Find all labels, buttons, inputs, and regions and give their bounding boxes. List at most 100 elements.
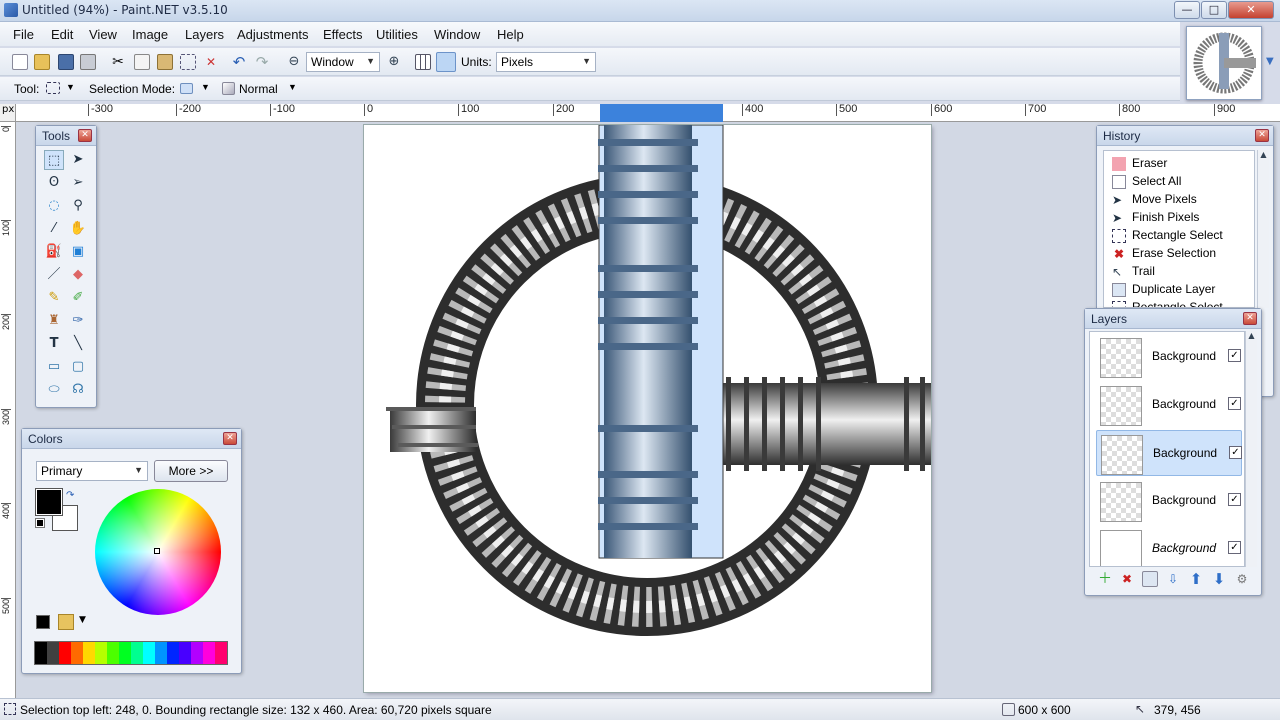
image-canvas[interactable] [364, 124, 931, 692]
menu-file[interactable]: File [13, 27, 34, 42]
recolor-tool-icon[interactable]: ✑ [68, 311, 88, 331]
rounded-rectangle-tool-icon[interactable]: ▢ [68, 357, 88, 377]
color-mode-select[interactable]: Primary ▼ [36, 461, 148, 481]
move-selected-tool-icon[interactable]: ➤ [68, 150, 88, 170]
history-item[interactable]: ↖ Trail [1112, 262, 1155, 280]
palette-primary-icon[interactable] [36, 615, 50, 629]
paste-icon[interactable] [157, 54, 173, 70]
layer-visibility-checkbox[interactable]: ✓ [1228, 349, 1241, 362]
cut-icon[interactable]: ✂ [110, 54, 126, 70]
layer-visibility-checkbox[interactable]: ✓ [1228, 493, 1241, 506]
ellipse-select-tool-icon[interactable]: ◌ [44, 196, 64, 216]
reset-colors-icon[interactable] [35, 518, 45, 528]
pencil-tool-icon[interactable]: ✎ [44, 288, 64, 308]
palette-swatch[interactable] [107, 642, 119, 664]
menu-window[interactable]: Window [434, 27, 480, 42]
menu-help[interactable]: Help [497, 27, 524, 42]
layer-row[interactable]: Background ✓ [1096, 478, 1242, 524]
color-palette[interactable] [34, 641, 228, 665]
zoom-tool-icon[interactable]: ⚲ [68, 196, 88, 216]
palette-swatch[interactable] [59, 642, 71, 664]
palette-swatch[interactable] [47, 642, 59, 664]
swap-colors-icon[interactable]: ↷ [66, 490, 74, 501]
palette-swatch[interactable] [35, 642, 47, 664]
more-colors-button[interactable]: More >> [154, 460, 228, 482]
layer-visibility-checkbox[interactable]: ✓ [1228, 397, 1241, 410]
palette-swatch[interactable] [179, 642, 191, 664]
palette-swatch[interactable] [95, 642, 107, 664]
menu-layers[interactable]: Layers [185, 27, 224, 42]
print-icon[interactable] [80, 54, 96, 70]
palette-swatch[interactable] [167, 642, 179, 664]
close-icon[interactable]: ✕ [1243, 312, 1257, 325]
pan-tool-icon[interactable]: ✋ [68, 219, 88, 239]
close-icon[interactable]: ✕ [1255, 129, 1269, 142]
palette-swatch[interactable] [119, 642, 131, 664]
history-panel-title[interactable]: History [1097, 126, 1273, 146]
gradient-tool-icon[interactable]: ▣ [68, 242, 88, 262]
history-item[interactable]: Select All [1112, 172, 1181, 190]
layers-panel-title[interactable]: Layers [1085, 309, 1261, 329]
color-picker-tool-icon[interactable]: ✐ [68, 288, 88, 308]
chevron-down-icon[interactable]: ▼ [79, 615, 86, 625]
palette-swatch[interactable] [215, 642, 227, 664]
clone-stamp-tool-icon[interactable]: ♜ [44, 311, 64, 331]
paintbrush-tool-icon[interactable]: ／ [44, 265, 64, 285]
history-item[interactable]: Rectangle Select [1112, 226, 1223, 244]
palette-swatch[interactable] [155, 642, 167, 664]
layer-properties-icon[interactable]: ⚙ [1234, 571, 1250, 587]
magic-wand-tool-icon[interactable]: ⁄ [44, 219, 64, 239]
rectangle-select-tool-icon[interactable]: ⬚ [44, 150, 64, 170]
layer-row[interactable]: Background ✓ [1096, 382, 1242, 428]
palette-swatch[interactable] [131, 642, 143, 664]
move-layer-up-icon[interactable]: ⬆ [1188, 571, 1204, 587]
colors-panel-title[interactable]: Colors [22, 429, 241, 449]
copy-icon[interactable] [134, 54, 150, 70]
history-scrollbar[interactable]: ▲ [1257, 150, 1269, 308]
text-tool-icon[interactable]: T [44, 334, 64, 354]
scroll-up-icon[interactable]: ▲ [1258, 150, 1269, 159]
zoom-combo[interactable]: Window ▼ [306, 52, 380, 72]
duplicate-layer-icon[interactable] [1142, 571, 1158, 587]
ellipse-tool-icon[interactable]: ⬭ [44, 380, 64, 400]
menu-effects[interactable]: Effects [323, 27, 363, 42]
chevron-down-icon[interactable]: ▼ [66, 82, 75, 92]
palette-swatch[interactable] [203, 642, 215, 664]
palette-swatch[interactable] [71, 642, 83, 664]
delete-layer-icon[interactable]: ✖ [1119, 571, 1135, 587]
crop-icon[interactable] [180, 54, 196, 70]
add-layer-icon[interactable]: ＋ [1097, 571, 1113, 587]
open-folder-icon[interactable] [34, 54, 50, 70]
new-file-icon[interactable] [12, 54, 28, 70]
layer-row[interactable]: Background ✓ [1096, 526, 1242, 566]
layer-row[interactable]: Background ✓ [1096, 334, 1242, 380]
blend-mode-value[interactable]: Normal [239, 82, 278, 96]
history-item[interactable]: Rectangle Select [1112, 298, 1223, 307]
line-curve-tool-icon[interactable]: ╲ [68, 334, 88, 354]
menu-image[interactable]: Image [132, 27, 168, 42]
history-item[interactable]: ➤ Move Pixels [1112, 190, 1197, 208]
zoom-in-icon[interactable]: ⊕ [386, 54, 402, 70]
move-selection-tool-icon[interactable]: ➢ [68, 173, 88, 193]
chevron-down-icon[interactable]: ▼ [201, 82, 210, 92]
redo-icon[interactable]: ↷ [254, 54, 270, 70]
color-wheel-cursor[interactable] [154, 548, 160, 554]
palette-menu-icon[interactable] [58, 614, 74, 630]
zoom-out-icon[interactable]: ⊖ [286, 54, 302, 70]
menu-utilities[interactable]: Utilities [376, 27, 418, 42]
units-combo[interactable]: Pixels ▼ [496, 52, 596, 72]
minimize-button[interactable]: — [1174, 1, 1200, 19]
undo-icon[interactable]: ↶ [231, 54, 247, 70]
eraser-tool-icon[interactable]: ◆ [68, 265, 88, 285]
scroll-down-icon[interactable]: ▼ [1266, 56, 1274, 67]
freeform-shape-tool-icon[interactable]: ☊ [68, 380, 88, 400]
primary-color-swatch[interactable] [35, 488, 63, 516]
chevron-down-icon[interactable]: ▼ [288, 82, 297, 92]
scroll-up-icon[interactable]: ▲ [1246, 331, 1257, 340]
layers-scrollbar[interactable]: ▲ [1245, 331, 1257, 567]
lasso-tool-icon[interactable]: ʘ [44, 173, 64, 193]
close-icon[interactable]: ✕ [223, 432, 237, 445]
layer-visibility-checkbox[interactable]: ✓ [1229, 446, 1242, 459]
merge-layer-down-icon[interactable]: ⇩ [1165, 571, 1181, 587]
palette-swatch[interactable] [191, 642, 203, 664]
